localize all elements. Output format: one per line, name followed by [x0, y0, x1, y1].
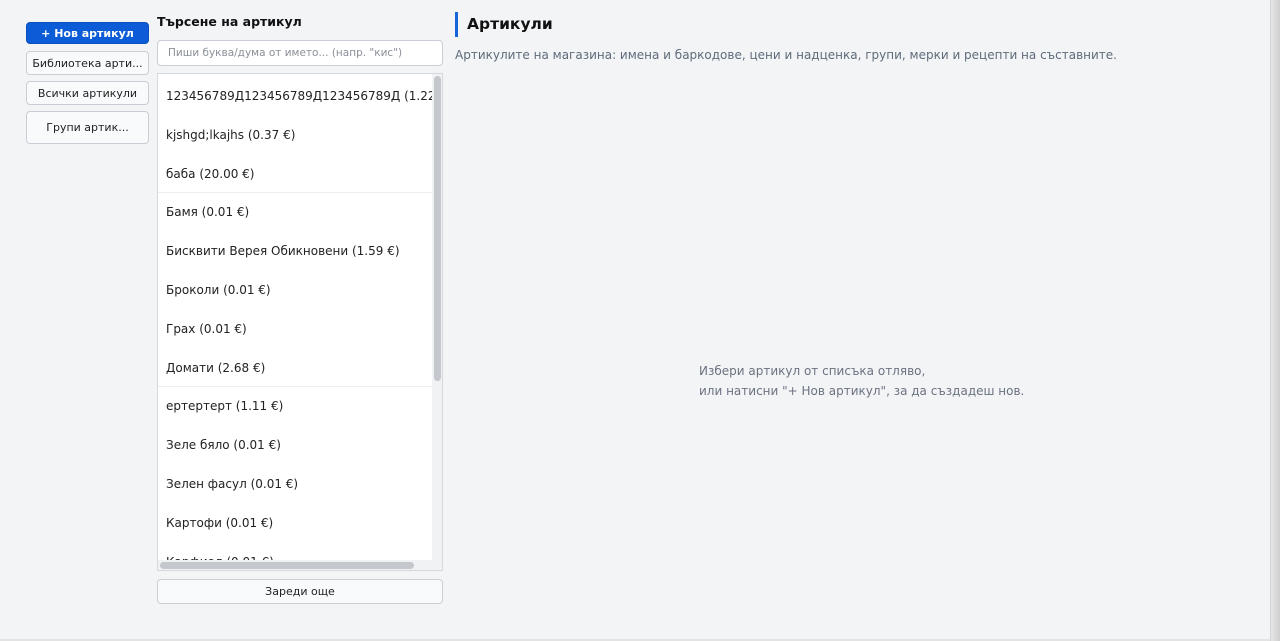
list-item[interactable]: 123456789Д123456789Д123456789Д (1.22 — [158, 77, 434, 115]
vertical-scrollbar-thumb[interactable] — [434, 76, 441, 381]
list-item[interactable]: баба (20.00 €) — [158, 155, 434, 193]
list-item[interactable]: Зелен фасул (0.01 €) — [158, 465, 434, 503]
search-input[interactable] — [157, 40, 443, 66]
horizontal-scrollbar-thumb[interactable] — [160, 562, 414, 569]
all-items-button[interactable]: Всички артикули — [26, 81, 149, 105]
list-item[interactable]: Бисквити Верея Обикновени (1.59 €) — [158, 232, 434, 270]
page-title: Артикули — [467, 15, 553, 33]
page-subtitle: Артикулите на магазина: имена и баркодов… — [455, 48, 1117, 62]
list-item[interactable]: Бамя (0.01 €) — [158, 193, 434, 231]
app-window: + Нов артикул Библиотека арти... Всички … — [0, 0, 1280, 641]
list-item[interactable]: Грах (0.01 €) — [158, 310, 434, 348]
load-more-button[interactable]: Зареди още — [157, 579, 443, 604]
empty-state-line-2: или натисни "+ Нов артикул", за да създа… — [699, 384, 1025, 398]
list-item[interactable]: Домати (2.68 €) — [158, 349, 434, 387]
list-item[interactable]: Картофи (0.01 €) — [158, 504, 434, 542]
new-item-button[interactable]: + Нов артикул — [26, 22, 149, 44]
item-list[interactable]: 123456789Д123456789Д123456789Д (1.22 kjsh… — [157, 73, 443, 571]
window-right-edge — [1270, 0, 1280, 641]
title-accent-bar — [455, 12, 458, 37]
vertical-scrollbar[interactable] — [432, 74, 442, 562]
scrollbar-corner — [432, 560, 442, 570]
horizontal-scrollbar[interactable] — [158, 560, 434, 570]
item-groups-button[interactable]: Групи артик... — [26, 111, 149, 144]
item-list-viewport: 123456789Д123456789Д123456789Д (1.22 kjsh… — [158, 74, 434, 562]
list-item[interactable]: Броколи (0.01 €) — [158, 271, 434, 309]
item-library-button[interactable]: Библиотека арти... — [26, 51, 149, 75]
list-item[interactable]: Зеле бяло (0.01 €) — [158, 426, 434, 464]
list-item[interactable]: ертертерт (1.11 €) — [158, 387, 434, 425]
empty-state-hint: Избери артикул от списъка отляво, или на… — [699, 361, 1024, 401]
empty-state-line-1: Избери артикул от списъка отляво, — [699, 364, 926, 378]
list-item[interactable]: kjshgd;lkajhs (0.37 €) — [158, 116, 434, 154]
search-title: Търсене на артикул — [157, 14, 302, 29]
